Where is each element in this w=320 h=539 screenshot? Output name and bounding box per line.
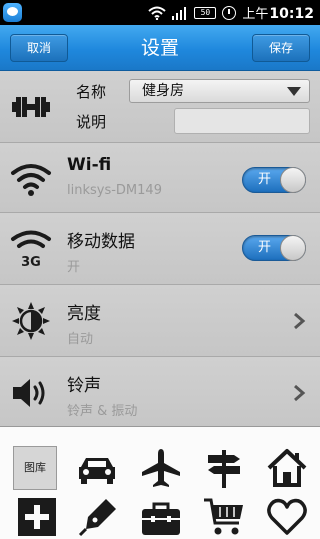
- mobile-data-subtitle: 开: [67, 260, 81, 275]
- profile-row: 名称 健身房 说明: [0, 71, 320, 143]
- wifi-toggle[interactable]: 开: [242, 167, 306, 193]
- setting-row-wifi[interactable]: Wi-fi linksys-DM149 开: [0, 143, 320, 213]
- dropdown-arrow-icon: [287, 87, 301, 96]
- name-label: 名称: [76, 83, 107, 101]
- status-time: 上午10:12: [242, 3, 314, 22]
- wifi-toggle-label: 开: [258, 172, 272, 187]
- description-label: 说明: [76, 113, 107, 131]
- name-select[interactable]: 健身房: [129, 79, 310, 103]
- plus-icon[interactable]: [15, 495, 59, 539]
- brightness-subtitle: 自动: [67, 332, 94, 347]
- wifi-status-icon: [148, 6, 167, 20]
- toggle-knob: [280, 235, 306, 261]
- mobile-data-icon-text: 3G: [21, 255, 41, 269]
- speaker-icon: [13, 379, 45, 407]
- brightness-title: 亮度: [67, 304, 101, 324]
- icon-picker-grid: 图库: [0, 426, 320, 539]
- toggle-knob: [280, 167, 306, 193]
- airplane-icon[interactable]: [139, 446, 183, 490]
- wifi-title: Wi-fi: [67, 155, 112, 175]
- signal-strength-icon: [172, 6, 188, 20]
- chevron-right-icon: [294, 312, 306, 330]
- brightness-icon: [12, 302, 50, 340]
- toolbox-icon[interactable]: [139, 495, 183, 539]
- pen-icon[interactable]: [76, 495, 120, 539]
- setting-row-mobile-data[interactable]: 3G 移动数据 开 开: [0, 213, 320, 285]
- cancel-button[interactable]: 取消: [10, 34, 68, 62]
- mobile-data-toggle[interactable]: 开: [242, 235, 306, 261]
- battery-icon: 50: [194, 6, 217, 19]
- save-button[interactable]: 保存: [252, 34, 310, 62]
- signpost-icon[interactable]: [202, 446, 246, 490]
- status-bar: 50 上午10:12: [0, 0, 320, 25]
- mobile-data-title: 移动数据: [67, 232, 135, 252]
- setting-row-brightness[interactable]: 亮度 自动: [0, 285, 320, 357]
- ringtone-subtitle: 铃声 & 振动: [67, 404, 138, 419]
- mobile-data-3g-icon: 3G: [11, 230, 51, 269]
- mobile-data-toggle-label: 开: [258, 240, 272, 255]
- app-notification-icon: [3, 3, 22, 22]
- setting-row-ringtone[interactable]: 铃声 铃声 & 振动: [0, 357, 320, 426]
- ringtone-title: 铃声: [67, 376, 101, 396]
- chevron-right-icon: [294, 384, 306, 402]
- name-select-value: 健身房: [142, 83, 184, 99]
- description-input[interactable]: [174, 108, 310, 134]
- home-icon[interactable]: [265, 446, 309, 490]
- heart-icon[interactable]: [265, 495, 309, 539]
- status-ampm: 上午: [242, 7, 269, 22]
- settings-list: 名称 健身房 说明 Wi-fi linksys-DM149 开 3G 移动数据 …: [0, 71, 320, 426]
- wifi-subtitle: linksys-DM149: [67, 183, 162, 198]
- gallery-button[interactable]: 图库: [13, 446, 57, 490]
- status-clock-text: 10:12: [269, 6, 314, 22]
- alarm-clock-icon: [222, 5, 237, 20]
- battery-level: 50: [200, 7, 211, 17]
- shopping-cart-icon[interactable]: [202, 495, 246, 539]
- dumbbell-icon: [12, 97, 50, 117]
- wifi-icon: [11, 164, 51, 196]
- car-icon[interactable]: [75, 447, 119, 491]
- header-bar: 设置 取消 保存: [0, 25, 320, 71]
